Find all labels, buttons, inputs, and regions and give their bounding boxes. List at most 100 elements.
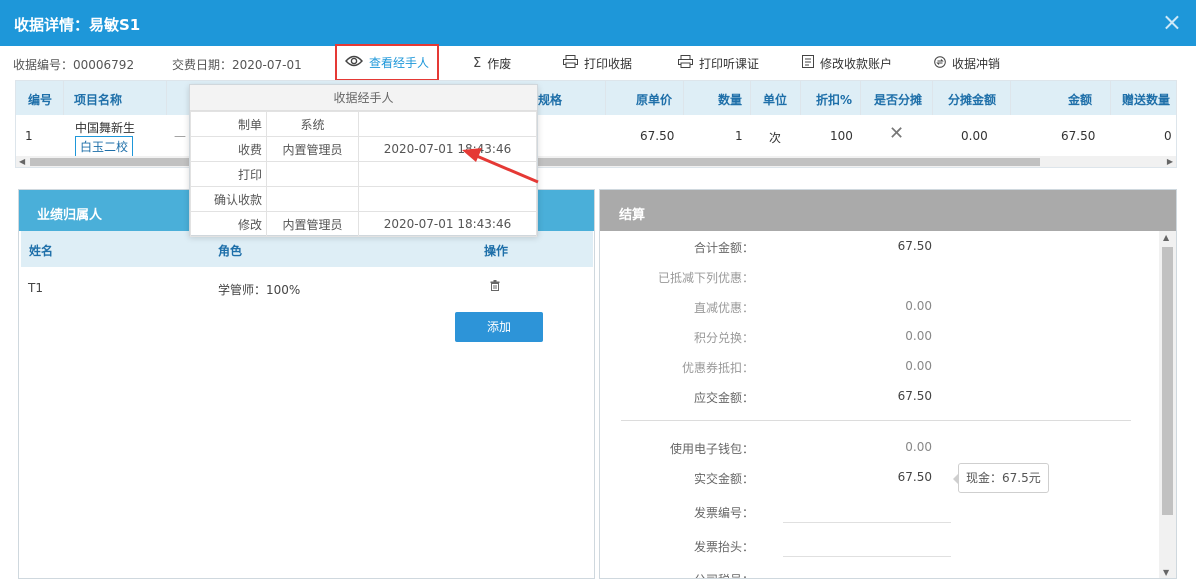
print-receipt-label: 打印收据 [584, 57, 633, 71]
handler-name: 内置管理员 [266, 136, 359, 162]
vertical-scrollbar[interactable]: ▲ ▼ [1159, 231, 1176, 578]
handler-table: 制单 系统 收费 内置管理员 2020-07-01 18:43:46 打印 确认… [190, 111, 537, 237]
paid-label: 实交金额： [693, 472, 754, 486]
deduct-row: 已抵减下列优惠： [600, 269, 1160, 289]
receipt-number: 收据编号：00006792 [13, 58, 135, 72]
row-discount: 100 [830, 129, 853, 143]
edit-account-button[interactable]: 修改收款账户 [802, 55, 892, 72]
divider [621, 420, 1131, 421]
col-qty: 数量 [718, 93, 743, 107]
scroll-right-icon[interactable]: ▶ [1167, 156, 1173, 167]
handler-role: 收费 [190, 136, 267, 162]
scroll-left-icon[interactable]: ◀ [19, 156, 25, 167]
invoice-no-row: 发票编号： [600, 504, 1160, 524]
direct-value: 0.00 [905, 299, 932, 313]
tax-no-row: 公司税号： [600, 571, 1160, 578]
handler-popup: 收据经手人 制单 系统 收费 内置管理员 2020-07-01 18:43:46… [189, 84, 538, 237]
invoice-no-label: 发票编号： [693, 506, 754, 520]
row-orig-price: 67.50 [640, 129, 675, 143]
close-icon[interactable]: × [1162, 10, 1182, 34]
toolbar: 收据编号：00006792 交费日期：2020-07-01 Σ 作废 打印收据 … [0, 46, 1196, 80]
col-item: 项目名称 [74, 93, 123, 107]
handler-time [358, 161, 537, 187]
invoice-no-field[interactable] [783, 522, 951, 523]
handler-role: 制单 [190, 111, 267, 137]
cash-tooltip: 现金：67.5元 [953, 463, 1049, 493]
total-row: 合计金额： 67.50 [600, 239, 1160, 259]
row-unit: 次 [769, 131, 782, 145]
dialog-title: 收据详情：易敏S1 [14, 16, 141, 34]
due-row: 应交金额： 67.50 [600, 389, 1160, 409]
col-amount: 金额 [1068, 93, 1093, 107]
edit-icon [802, 55, 814, 72]
points-label: 积分兑换： [693, 331, 754, 345]
table-row: 制单 系统 [190, 111, 537, 137]
edit-account-label: 修改收款账户 [820, 57, 893, 71]
performer-role: 学管师：100% [218, 283, 301, 297]
handler-role: 确认收款 [190, 186, 267, 212]
printer-icon [563, 55, 578, 72]
eye-icon [345, 55, 363, 70]
deduct-label: 已抵减下列优惠： [657, 271, 754, 285]
table-row: 收费 内置管理员 2020-07-01 18:43:46 [190, 136, 537, 162]
points-value: 0.00 [905, 329, 932, 343]
scroll-down-icon[interactable]: ▼ [1163, 568, 1169, 577]
points-row: 积分兑换： 0.00 [600, 329, 1160, 349]
print-receipt-button[interactable]: 打印收据 [563, 55, 632, 72]
handler-name: 内置管理员 [266, 211, 359, 237]
paid-row: 实交金额： 67.50 [600, 470, 1160, 490]
trash-icon[interactable] [490, 280, 500, 294]
coupon-row: 优惠券抵扣： 0.00 [600, 359, 1160, 379]
add-performer-button[interactable]: 添加 [455, 312, 543, 342]
col-orig-price: 原单价 [636, 93, 673, 107]
col-no: 编号 [28, 93, 53, 107]
handler-role: 打印 [190, 161, 267, 187]
view-handler-label: 查看经手人 [368, 56, 429, 70]
table-row: 打印 [190, 161, 537, 187]
handler-role: 修改 [190, 211, 267, 237]
sigma-icon: Σ [473, 56, 482, 71]
wallet-value: 0.00 [905, 440, 932, 454]
col-spec: 规格 [538, 93, 563, 107]
handler-time [358, 186, 537, 212]
void-button[interactable]: Σ 作废 [473, 55, 511, 72]
table-row: 修改 内置管理员 2020-07-01 18:43:46 [190, 211, 537, 237]
col-gift-qty: 赠送数量 [1122, 93, 1171, 107]
direct-label: 直减优惠： [693, 301, 754, 315]
reverse-button[interactable]: 收据冲销 [934, 55, 1000, 72]
row-split-amount: 0.00 [961, 129, 988, 143]
invoice-title-label: 发票抬头： [693, 540, 754, 554]
coupon-value: 0.00 [905, 359, 932, 373]
print-ticket-label: 打印听课证 [699, 57, 760, 71]
settlement-panel: 结算 合计金额： 67.50 已抵减下列优惠： 直减优惠： 0.00 积分兑换：… [599, 189, 1177, 579]
performance-panel: 业绩归属人 姓名 角色 操作 T1 学管师：100% 添加 [18, 189, 595, 579]
handler-time: 2020-07-01 18:43:46 [358, 136, 537, 162]
table-row: T1 学管师：100% [19, 268, 594, 308]
print-ticket-button[interactable]: 打印听课证 [678, 55, 759, 72]
row-gift-qty: 0 [1164, 129, 1172, 143]
campus-tag: 白玉二校 [75, 136, 134, 157]
col-split-amount: 分摊金额 [948, 93, 997, 107]
dialog-titlebar: 收据详情：易敏S1 × [0, 0, 1196, 46]
paid-value: 67.50 [897, 470, 932, 484]
scroll-up-icon[interactable]: ▲ [1163, 233, 1169, 242]
void-label: 作废 [487, 57, 512, 71]
invoice-title-field[interactable] [783, 556, 951, 557]
handler-popup-title: 收据经手人 [190, 85, 537, 111]
invoice-title-row: 发票抬头： [600, 538, 1160, 558]
row-item: 中国舞新生 [75, 121, 136, 135]
scrollbar-thumb[interactable] [1162, 247, 1173, 515]
col-name: 姓名 [29, 244, 54, 258]
table-row: 确认收款 [190, 186, 537, 212]
row-no: 1 [25, 129, 33, 143]
trade-date: 交费日期：2020-07-01 [172, 58, 302, 72]
due-label: 应交金额： [693, 391, 754, 405]
wallet-row: 使用电子钱包： 0.00 [600, 440, 1160, 460]
view-handler-button[interactable]: 查看经手人 [335, 44, 439, 81]
col-split: 是否分摊 [874, 93, 923, 107]
row-qty: 1 [735, 129, 743, 143]
performer-name: T1 [28, 281, 43, 295]
row-dash: — [174, 129, 186, 143]
handler-name [266, 161, 359, 187]
split-no-icon: ✕ [889, 123, 905, 144]
